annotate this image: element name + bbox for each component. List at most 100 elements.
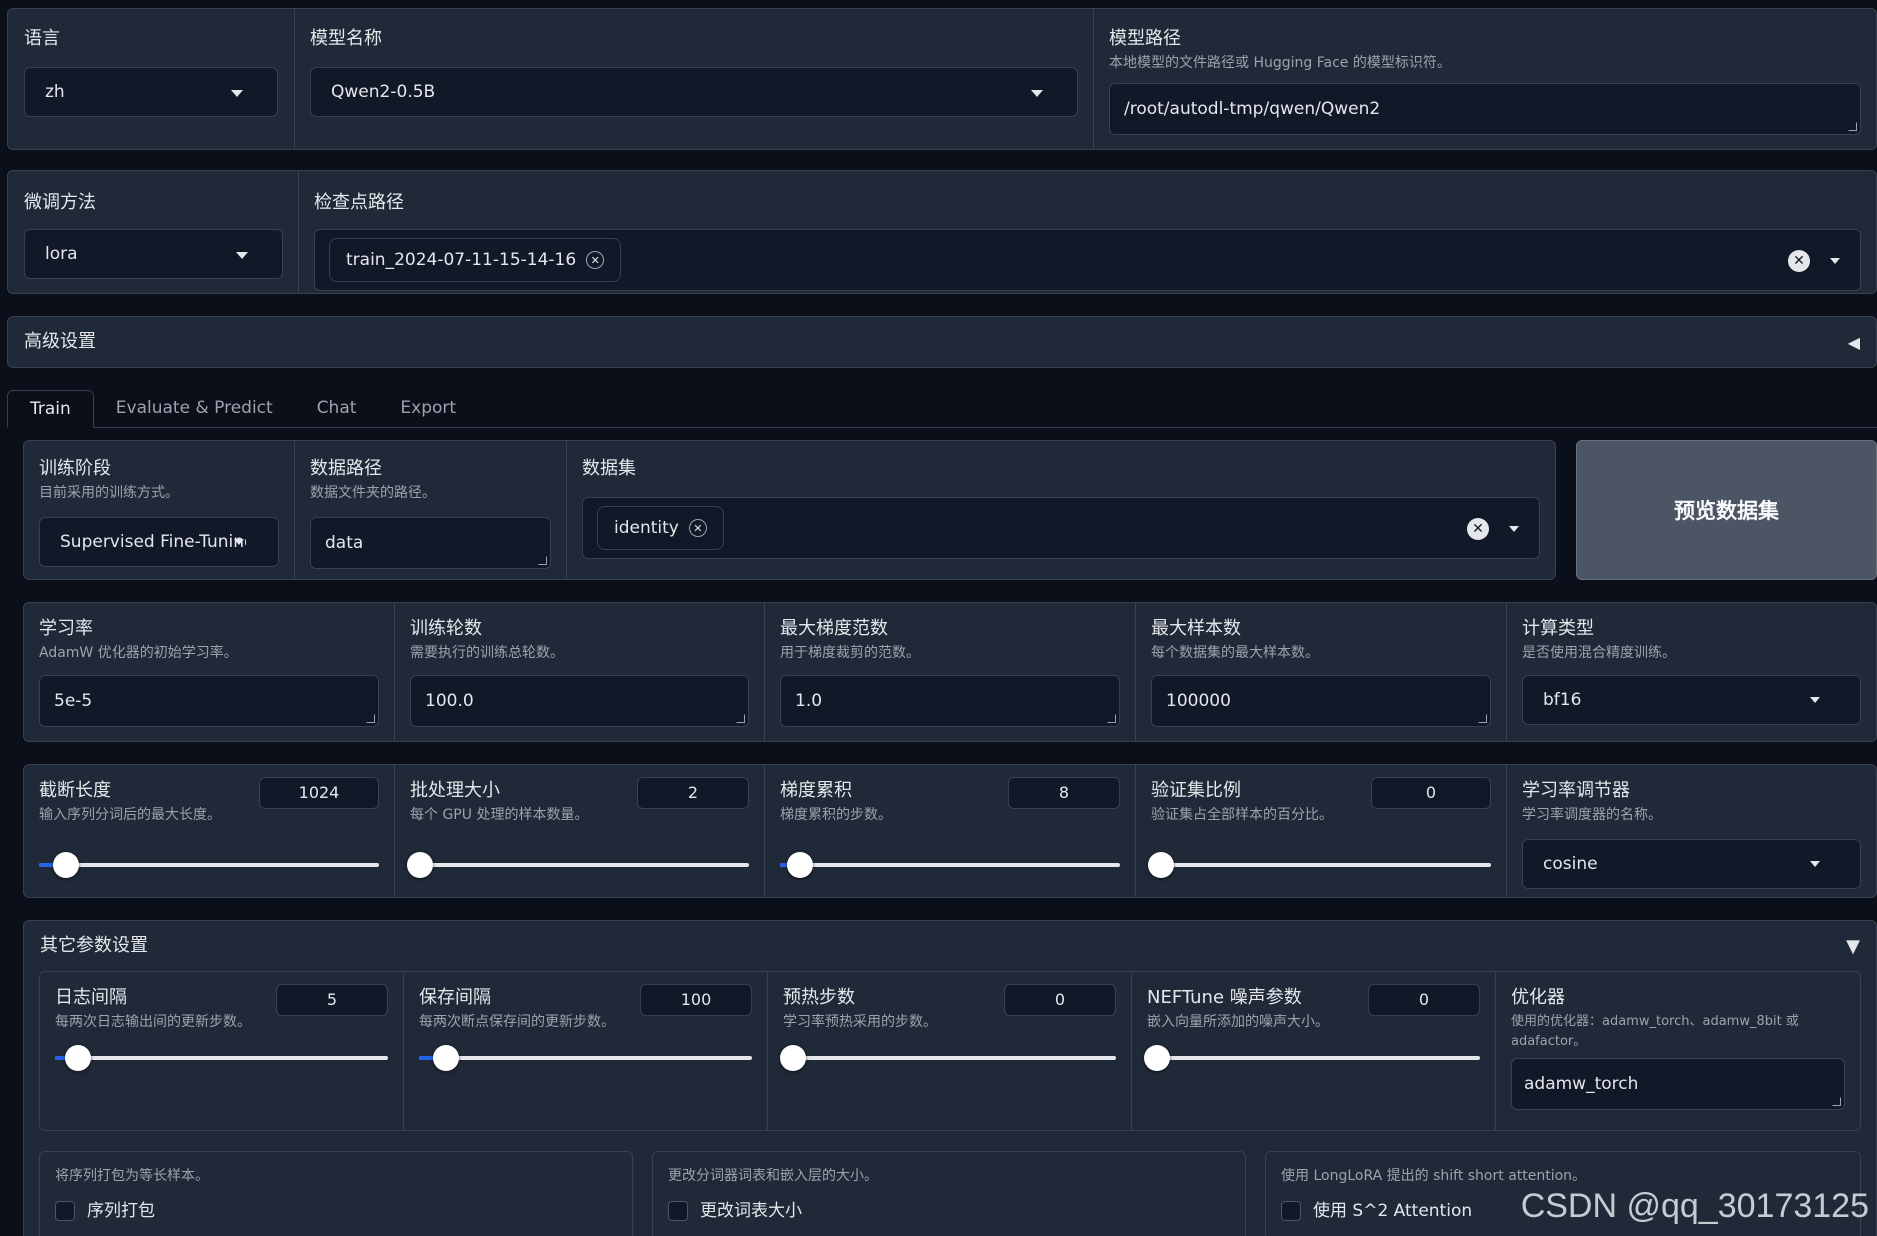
compute-type-label: 计算类型: [1522, 618, 1594, 639]
chevron-down-icon: [1810, 697, 1820, 703]
close-icon[interactable]: ✕: [586, 251, 605, 269]
clear-icon[interactable]: ✕: [1788, 250, 1810, 272]
slider-handle[interactable]: [53, 852, 79, 878]
resize-handle-icon[interactable]: [1478, 714, 1487, 723]
val-ratio-slider[interactable]: [1148, 852, 1491, 878]
optim-cell: 优化器 使用的优化器：adamw_torch、adamw_8bit 或 adaf…: [1496, 972, 1860, 1130]
model-path-cell: 模型路径 本地模型的文件路径或 Hugging Face 的模型标识符。 /ro…: [1094, 9, 1876, 149]
scheduler-info: 学习率调度器的名称。: [1522, 807, 1662, 823]
log-steps-slider[interactable]: [55, 1045, 388, 1071]
grad-acc-number-input[interactable]: 8: [1008, 777, 1120, 809]
packing-checkbox[interactable]: [55, 1201, 75, 1221]
dataset-multiselect[interactable]: identity ✕ ✕: [582, 497, 1540, 559]
chevron-down-icon: [1031, 90, 1043, 97]
checkpoint-chip[interactable]: train_2024-07-11-15-14-16 ✕: [329, 238, 622, 282]
advanced-accordion[interactable]: 高级设置 ◀: [7, 316, 1877, 368]
epochs-cell: 训练轮数 需要执行的训练总轮数。 100.0: [395, 603, 765, 741]
model-path-value: /root/autodl-tmp/qwen/Qwen2: [1124, 99, 1381, 119]
s2attn-info: 使用 LongLoRA 提出的 shift short attention。: [1281, 1168, 1587, 1184]
resize-handle-icon[interactable]: [366, 714, 375, 723]
epochs-label: 训练轮数: [410, 618, 482, 639]
lr-input[interactable]: 5e-5: [39, 675, 379, 727]
preview-dataset-button[interactable]: 预览数据集: [1576, 440, 1877, 580]
lr-cell: 学习率 AdamW 优化器的初始学习率。 5e-5: [24, 603, 395, 741]
scheduler-dropdown[interactable]: cosine: [1522, 839, 1861, 889]
resize-handle-icon[interactable]: [1832, 1097, 1841, 1106]
data-path-info: 数据文件夹的路径。: [310, 485, 436, 501]
resize-vocab-checkbox-row[interactable]: 更改词表大小: [668, 1196, 1230, 1221]
dataset-label: 数据集: [582, 458, 636, 479]
cutoff-number-input[interactable]: 1024: [259, 777, 379, 809]
s2attn-checkbox[interactable]: [1281, 1201, 1301, 1221]
slider-handle[interactable]: [787, 852, 814, 878]
resize-handle-icon[interactable]: [538, 556, 547, 565]
resize-handle-icon[interactable]: [736, 714, 745, 723]
epochs-input[interactable]: 100.0: [410, 675, 749, 727]
tab-train[interactable]: Train: [7, 390, 94, 428]
save-steps-number-input[interactable]: 100: [640, 984, 752, 1016]
resize-vocab-checkbox[interactable]: [668, 1201, 688, 1221]
model-path-input[interactable]: /root/autodl-tmp/qwen/Qwen2: [1109, 83, 1861, 135]
save-steps-cell: 保存间隔 每两次断点保存间的更新步数。 100: [404, 972, 768, 1130]
save-steps-slider[interactable]: [419, 1045, 752, 1071]
compute-type-dropdown[interactable]: bf16: [1522, 675, 1861, 725]
grad-acc-slider[interactable]: [780, 852, 1120, 878]
collapse-arrow-icon: ◀: [1847, 332, 1860, 352]
resize-vocab-info: 更改分词器词表和嵌入层的大小。: [668, 1168, 878, 1184]
checkpoint-multiselect[interactable]: train_2024-07-11-15-14-16 ✕ ✕: [314, 229, 1861, 291]
model-name-cell: 模型名称 Qwen2-0.5B: [295, 9, 1094, 149]
data-path-label: 数据路径: [310, 458, 382, 479]
max-grad-input[interactable]: 1.0: [780, 675, 1120, 727]
other-settings-label: 其它参数设置: [40, 935, 148, 956]
finetune-dropdown[interactable]: lora: [24, 229, 283, 279]
slider-handle[interactable]: [1144, 1045, 1170, 1071]
tab-bar: Train Evaluate & Predict Chat Export: [7, 390, 1877, 428]
max-samples-input[interactable]: 100000: [1151, 675, 1491, 727]
cutoff-cell: 截断长度 输入序列分词后的最大长度。 1024: [24, 765, 395, 897]
batch-slider[interactable]: [407, 852, 749, 878]
tab-export[interactable]: Export: [378, 390, 478, 427]
slider-handle[interactable]: [1148, 852, 1174, 878]
model-path-label: 模型路径: [1109, 28, 1181, 49]
data-path-input[interactable]: data: [310, 517, 551, 569]
close-icon[interactable]: ✕: [688, 519, 707, 537]
chevron-down-icon[interactable]: [1830, 258, 1840, 264]
cutoff-slider[interactable]: [39, 852, 379, 878]
other-settings-header[interactable]: 其它参数设置 ▼: [24, 921, 1876, 971]
chevron-down-icon: [234, 539, 244, 545]
batch-cell: 批处理大小 每个 GPU 处理的样本数量。 2: [395, 765, 765, 897]
slider-handle[interactable]: [65, 1045, 92, 1071]
optim-value: adamw_torch: [1524, 1074, 1639, 1094]
optim-input[interactable]: adamw_torch: [1511, 1058, 1845, 1110]
max-samples-cell: 最大样本数 每个数据集的最大样本数。 100000: [1136, 603, 1507, 741]
slider-handle[interactable]: [407, 852, 433, 878]
max-samples-label: 最大样本数: [1151, 618, 1241, 639]
epochs-value: 100.0: [425, 691, 474, 711]
checkpoint-cell: 检查点路径 train_2024-07-11-15-14-16 ✕ ✕: [299, 171, 1876, 293]
val-ratio-number-input[interactable]: 0: [1371, 777, 1491, 809]
chevron-down-icon[interactable]: [1509, 526, 1519, 532]
warmup-number-input[interactable]: 0: [1004, 984, 1116, 1016]
clear-icon[interactable]: ✕: [1467, 518, 1489, 540]
model-settings-row: 语言 zh 模型名称 Qwen2-0.5B 模型路径 本地模型的文件路径或 Hu…: [7, 8, 1877, 150]
tab-chat[interactable]: Chat: [295, 390, 379, 427]
neftune-slider[interactable]: [1144, 1045, 1480, 1071]
train-params-row: 学习率 AdamW 优化器的初始学习率。 5e-5 训练轮数 需要执行的训练总轮…: [23, 602, 1877, 742]
resize-handle-icon[interactable]: [1107, 714, 1116, 723]
log-steps-number-input[interactable]: 5: [276, 984, 388, 1016]
neftune-number-input[interactable]: 0: [1368, 984, 1480, 1016]
lang-dropdown[interactable]: zh: [24, 67, 278, 117]
tab-evaluate-predict[interactable]: Evaluate & Predict: [94, 390, 295, 427]
stage-dropdown[interactable]: Supervised Fine-Tuning: [39, 517, 279, 567]
model-name-dropdown[interactable]: Qwen2-0.5B: [310, 67, 1078, 117]
warmup-slider[interactable]: [780, 1045, 1116, 1071]
dataset-chip[interactable]: identity ✕: [597, 506, 724, 550]
resize-handle-icon[interactable]: [1848, 122, 1857, 131]
model-name-label: 模型名称: [310, 28, 382, 49]
slider-handle[interactable]: [780, 1045, 806, 1071]
batch-number-input[interactable]: 2: [637, 777, 749, 809]
slider-handle[interactable]: [432, 1045, 459, 1071]
other-params-row: 日志间隔 每两次日志输出间的更新步数。 5 保存间隔 每两次断点保存间的更新步数…: [39, 971, 1861, 1131]
max-grad-info: 用于梯度裁剪的范数。: [780, 645, 920, 661]
packing-checkbox-row[interactable]: 序列打包: [55, 1196, 617, 1221]
